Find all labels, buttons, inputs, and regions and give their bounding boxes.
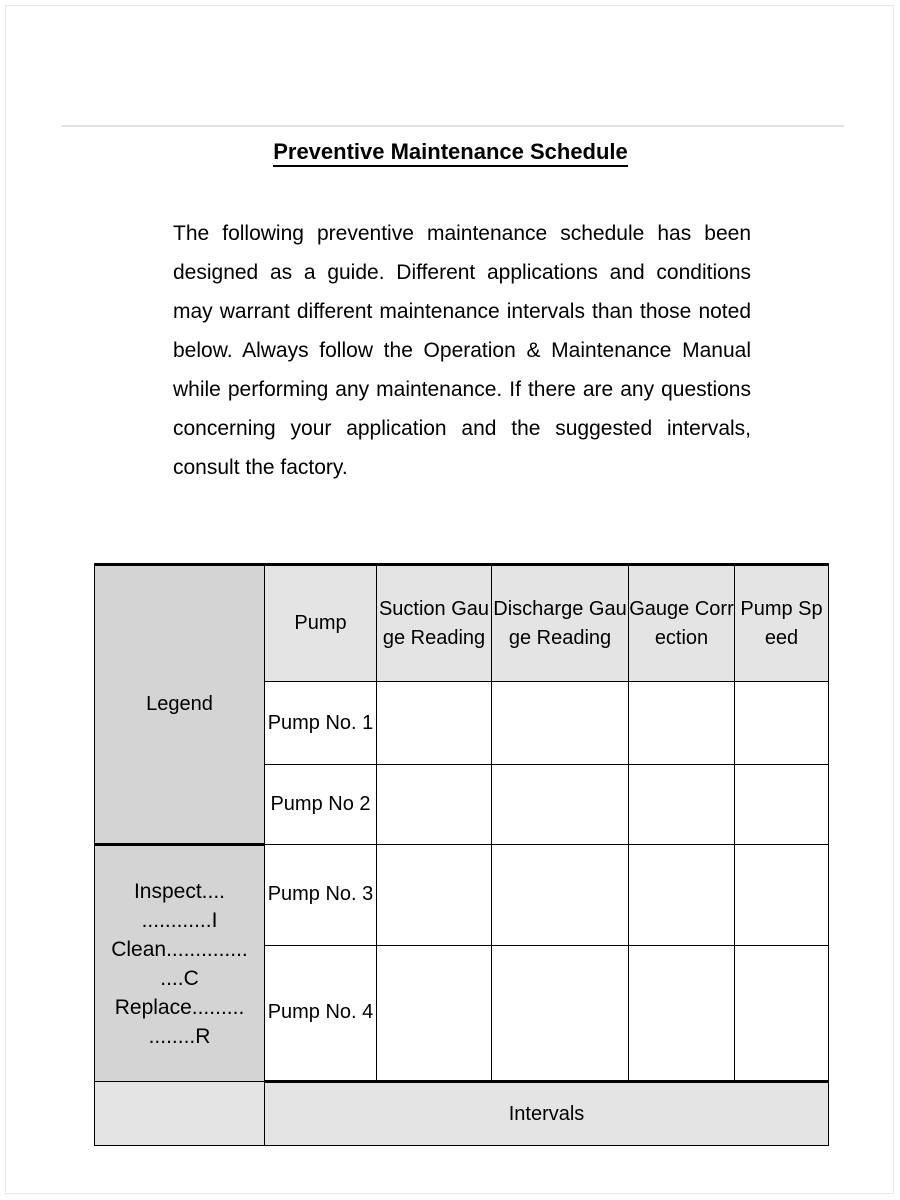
cell-suction-3[interactable]	[376, 844, 492, 946]
intro-paragraph: The following preventive maintenance sch…	[173, 222, 751, 479]
intervals-legend-spacer	[94, 1081, 265, 1146]
cell-discharge-4[interactable]	[491, 944, 629, 1084]
cell-speed-3[interactable]	[734, 844, 829, 946]
legend-label: Legend	[146, 693, 213, 715]
legend-line-replace-code: ........R	[148, 1024, 211, 1048]
column-header-pump-speed: Pump Speed	[734, 563, 829, 682]
cell-correction-3[interactable]	[628, 844, 735, 946]
cell-suction-1[interactable]	[376, 681, 492, 765]
cell-discharge-2[interactable]	[491, 764, 629, 845]
column-header-gauge-correction: Gauge Correction	[628, 563, 735, 682]
maintenance-schedule-table: Legend Pump Suction Gauge Reading Discha…	[94, 563, 829, 1146]
legend-body-cell: Inspect.... ............I Clean.........…	[94, 843, 265, 1082]
cell-discharge-3[interactable]	[491, 844, 629, 946]
cell-correction-1[interactable]	[628, 681, 735, 765]
cell-suction-4[interactable]	[376, 944, 492, 1084]
intervals-label: Intervals	[264, 1081, 829, 1146]
cell-correction-2[interactable]	[628, 764, 735, 845]
cell-pump-name-4: Pump No. 4	[264, 944, 377, 1084]
table-footer-row: Intervals	[94, 1081, 829, 1146]
page-title: Preventive Maintenance Schedule	[6, 139, 893, 167]
page-title-text: Preventive Maintenance Schedule	[273, 139, 628, 167]
cell-discharge-1[interactable]	[491, 681, 629, 765]
legend-line-clean: Clean..............	[111, 937, 248, 961]
cell-speed-4[interactable]	[734, 944, 829, 1084]
document-page: Preventive Maintenance Schedule The foll…	[5, 5, 894, 1194]
legend-line-replace: Replace.........	[114, 995, 245, 1019]
column-header-discharge-gauge-reading: Discharge Gauge Reading	[491, 563, 629, 682]
cell-speed-2[interactable]	[734, 764, 829, 845]
cell-correction-4[interactable]	[628, 944, 735, 1084]
cell-pump-name-1: Pump No. 1	[264, 681, 377, 765]
header-divider-rule	[61, 125, 844, 127]
cell-pump-name-3: Pump No. 3	[264, 844, 377, 946]
cell-speed-1[interactable]	[734, 681, 829, 765]
cell-pump-name-2: Pump No 2	[264, 764, 377, 845]
table-header-row: Legend Pump Suction Gauge Reading Discha…	[94, 563, 829, 845]
legend-line-inspect-code: ............I	[141, 908, 218, 932]
cell-suction-2[interactable]	[376, 764, 492, 845]
legend-header-cell: Legend	[94, 563, 265, 845]
column-header-suction-gauge-reading: Suction Gauge Reading	[376, 563, 492, 682]
legend-line-inspect: Inspect....	[133, 879, 226, 903]
legend-line-clean-code: ....C	[160, 966, 199, 990]
table-row: Inspect.... ............I Clean.........…	[94, 843, 829, 1082]
column-header-pump: Pump	[264, 563, 377, 682]
